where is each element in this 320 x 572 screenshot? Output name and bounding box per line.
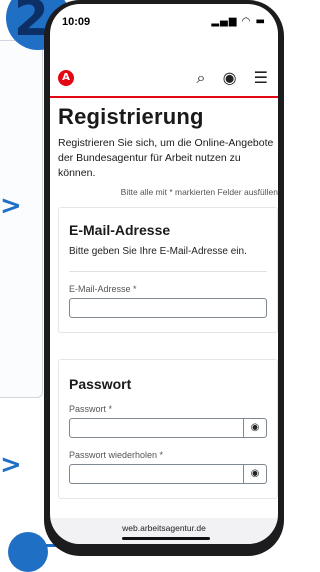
password-heading: Passwort (69, 376, 132, 392)
page-title: Registrierung (58, 104, 204, 129)
main-content: Registrierung Registrieren Sie sich, um … (58, 104, 278, 499)
user-icon[interactable]: ◉ (223, 68, 237, 87)
status-bar: 10:09 ▂▄▆ ◠ ▬ (50, 4, 278, 38)
eye-icon[interactable]: ◉ (243, 465, 266, 483)
header-icons: ⌕ ◉ ☰ (185, 68, 268, 88)
password-label: Passwort * (69, 404, 113, 414)
chevron-right-icon: > (0, 191, 22, 221)
page-intro: Registrieren Sie sich, um die Online-Ang… (58, 137, 274, 179)
email-heading: E-Mail-Adresse (69, 222, 171, 238)
eye-icon[interactable]: ◉ (243, 419, 266, 437)
required-fields-note: Bitte alle mit * markierten Felder ausfü… (120, 187, 278, 197)
status-icons: ▂▄▆ ◠ ▬ (211, 16, 266, 27)
signal-icon: ▂▄▆ (211, 16, 238, 27)
home-indicator (122, 537, 210, 540)
password-card: Passwort Passwort * ◉ Passwort wiederhol… (58, 359, 278, 499)
next-step-badge (8, 532, 48, 572)
ba-logo-icon[interactable]: A (58, 70, 74, 86)
header-accent-line (50, 96, 278, 98)
chevron-right-icon: > (0, 450, 22, 480)
divider (69, 271, 267, 272)
email-card: E-Mail-Adresse Bitte geben Sie Ihre E-Ma… (58, 207, 278, 333)
password-repeat-label: Passwort wiederholen * (69, 450, 164, 460)
logo-letter: A (62, 72, 70, 83)
menu-icon[interactable]: ☰ (254, 68, 268, 87)
status-time: 10:09 (62, 16, 91, 28)
search-icon[interactable]: ⌕ (197, 68, 206, 87)
email-label: E-Mail-Adresse * (69, 284, 137, 294)
email-input[interactable] (69, 298, 267, 318)
battery-icon: ▬ (255, 16, 266, 27)
wifi-icon: ◠ (241, 16, 252, 27)
browser-url-bar[interactable]: web.arbeitsagentur.de (50, 518, 278, 544)
password-input[interactable]: ◉ (69, 418, 267, 438)
password-repeat-input[interactable]: ◉ (69, 464, 267, 484)
phone-screen: 10:09 ▂▄▆ ◠ ▬ A ⌕ ◉ ☰ Registrierung Regi… (50, 4, 278, 544)
app-header: A ⌕ ◉ ☰ (50, 66, 278, 98)
phone-frame: 10:09 ▂▄▆ ◠ ▬ A ⌕ ◉ ☰ Registrierung Regi… (44, 0, 284, 556)
email-description: Bitte geben Sie Ihre E-Mail-Adresse ein. (69, 246, 247, 257)
